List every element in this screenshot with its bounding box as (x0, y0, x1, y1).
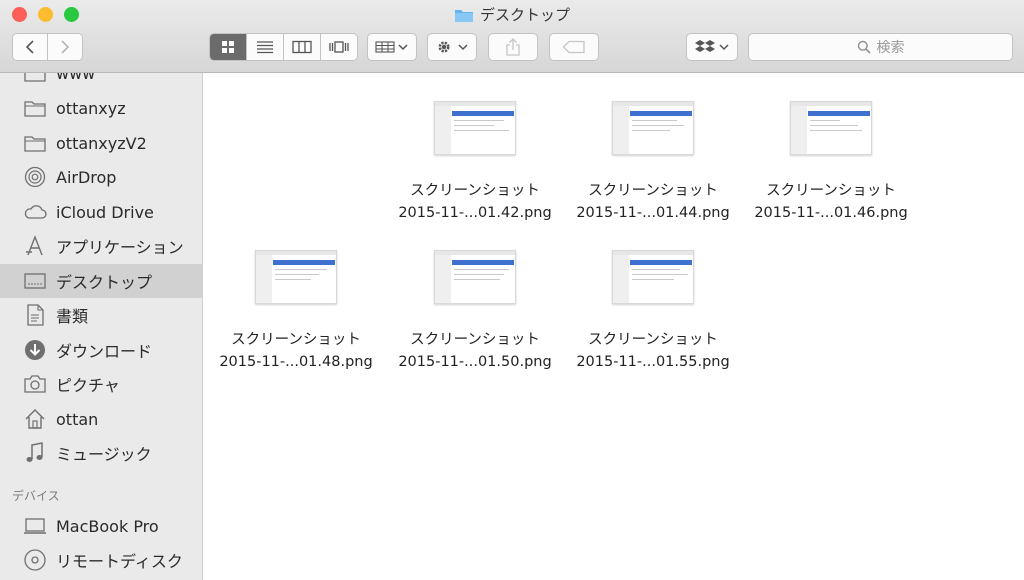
airdrop-icon (22, 165, 48, 189)
sidebar-item-music[interactable]: ミュージック (0, 436, 202, 470)
sidebar-item-label: iCloud Drive (56, 202, 154, 222)
sidebar-item-label: ottan (56, 409, 99, 429)
chevron-left-icon (25, 40, 34, 54)
applications-icon (22, 234, 48, 258)
arrange-button[interactable] (367, 33, 417, 61)
chevron-right-icon (61, 40, 70, 54)
file-name: スクリーンショット 2015-11-...01.46.png (754, 183, 908, 221)
sidebar-item-label: 書類 (56, 307, 89, 326)
share-button[interactable] (488, 33, 538, 61)
search-placeholder: 検索 (876, 40, 905, 56)
file-item[interactable]: スクリーンショット 2015-11-...01.50.png (391, 250, 559, 373)
file-name: スクリーンショット 2015-11-...01.42.png (398, 183, 552, 221)
sidebar-item-label: リモートディスク (56, 552, 183, 571)
sidebar-item-airdrop[interactable]: AirDrop (0, 160, 202, 194)
file-name: スクリーンショット 2015-11-...01.48.png (219, 332, 373, 370)
coverflow-view-button[interactable] (321, 34, 357, 60)
sidebar-item-label: www (56, 73, 96, 83)
file-item[interactable]: スクリーンショット 2015-11-...01.46.png (747, 101, 915, 224)
sidebar-item-ottanxyz[interactable]: ottanxyz (0, 91, 202, 125)
cloud-icon (22, 200, 48, 224)
file-item[interactable]: スクリーンショット 2015-11-...01.44.png (569, 101, 737, 224)
sidebar-item-pictures[interactable]: ピクチャ (0, 367, 202, 401)
tag-icon (562, 40, 585, 54)
back-button[interactable] (13, 34, 48, 60)
documents-icon (22, 303, 48, 327)
view-mode-control (209, 33, 358, 61)
folder-icon (22, 131, 48, 155)
column-view-button[interactable] (284, 34, 321, 60)
download-icon (22, 338, 48, 362)
title-bar: デスクトップ 検索 (0, 0, 1024, 73)
file-name: スクリーンショット 2015-11-...01.55.png (576, 332, 730, 370)
sidebar-item-label: ottanxyz (56, 98, 126, 118)
sidebar-item-icloud-drive[interactable]: iCloud Drive (0, 195, 202, 229)
sidebar-item-macbook-pro[interactable]: MacBook Pro (0, 509, 202, 543)
sidebar-item-label: ピクチャ (56, 376, 120, 395)
gear-icon (438, 41, 468, 53)
sidebar-item-label: AirDrop (56, 167, 117, 187)
screenshot-thumbnail (612, 250, 694, 304)
file-icon-grid: スクリーンショット 2015-11-...01.42.png スクリーンショット… (203, 73, 1024, 580)
laptop-icon (22, 514, 48, 538)
dropbox-icon (695, 40, 729, 52)
list-icon (257, 41, 273, 54)
folder-icon (454, 7, 474, 27)
folder-icon (22, 96, 48, 120)
sidebar-item-home[interactable]: ottan (0, 402, 202, 436)
file-item[interactable]: スクリーンショット 2015-11-...01.42.png (391, 101, 559, 224)
list-view-button[interactable] (247, 34, 284, 60)
columns-icon (292, 40, 312, 54)
icon-view-button[interactable] (210, 34, 247, 60)
sidebar: www ottanxyz ottanxyzV2 AirDrop iCloud D (0, 73, 203, 580)
arrange-icon (375, 41, 408, 53)
screenshot-thumbnail (612, 101, 694, 155)
share-icon (506, 38, 520, 56)
sidebar-item-label: デスクトップ (56, 273, 153, 292)
file-item[interactable]: スクリーンショット 2015-11-...01.48.png (212, 250, 380, 373)
window-title-area: デスクトップ (0, 4, 1024, 27)
sidebar-section-devices: デバイス (12, 489, 60, 503)
window-title: デスクトップ (479, 6, 570, 24)
camera-icon (22, 372, 48, 396)
screenshot-thumbnail (434, 250, 516, 304)
dropbox-button[interactable] (686, 33, 738, 61)
music-icon (22, 441, 48, 465)
finder-window: デスクトップ 検索 www ottanxyz ottanxyzV2 AirDro… (0, 0, 1024, 580)
grid-icon (222, 41, 234, 53)
sidebar-item-desktop[interactable]: デスクトップ (0, 264, 202, 298)
nav-buttons (12, 33, 83, 61)
screenshot-thumbnail (255, 250, 337, 304)
sidebar-item-documents[interactable]: 書類 (0, 298, 202, 332)
screenshot-thumbnail (790, 101, 872, 155)
sidebar-item-remote-disc[interactable]: リモートディスク (0, 543, 202, 577)
sidebar-item-www[interactable]: www (0, 73, 202, 90)
sidebar-item-label: アプリケーション (56, 238, 184, 257)
sidebar-item-label: ダウンロード (56, 342, 153, 361)
file-item[interactable]: スクリーンショット 2015-11-...01.55.png (569, 250, 737, 373)
sidebar-item-label: ottanxyzV2 (56, 133, 147, 153)
forward-button[interactable] (48, 34, 82, 60)
folder-icon (22, 73, 48, 85)
coverflow-icon (329, 41, 349, 53)
sidebar-item-downloads[interactable]: ダウンロード (0, 333, 202, 367)
sidebar-item-ottanxyzv2[interactable]: ottanxyzV2 (0, 126, 202, 160)
sidebar-item-label: MacBook Pro (56, 516, 159, 536)
sidebar-item-label: ミュージック (56, 445, 152, 464)
home-icon (22, 407, 48, 431)
search-icon (857, 40, 871, 54)
desktop-icon (22, 269, 48, 293)
tag-button[interactable] (549, 33, 599, 61)
file-name: スクリーンショット 2015-11-...01.50.png (398, 332, 552, 370)
screenshot-thumbnail (434, 101, 516, 155)
file-name: スクリーンショット 2015-11-...01.44.png (576, 183, 730, 221)
search-field[interactable]: 検索 (748, 33, 1013, 61)
action-button[interactable] (427, 33, 477, 61)
sidebar-item-applications[interactable]: アプリケーション (0, 229, 202, 263)
disc-icon (22, 548, 48, 572)
